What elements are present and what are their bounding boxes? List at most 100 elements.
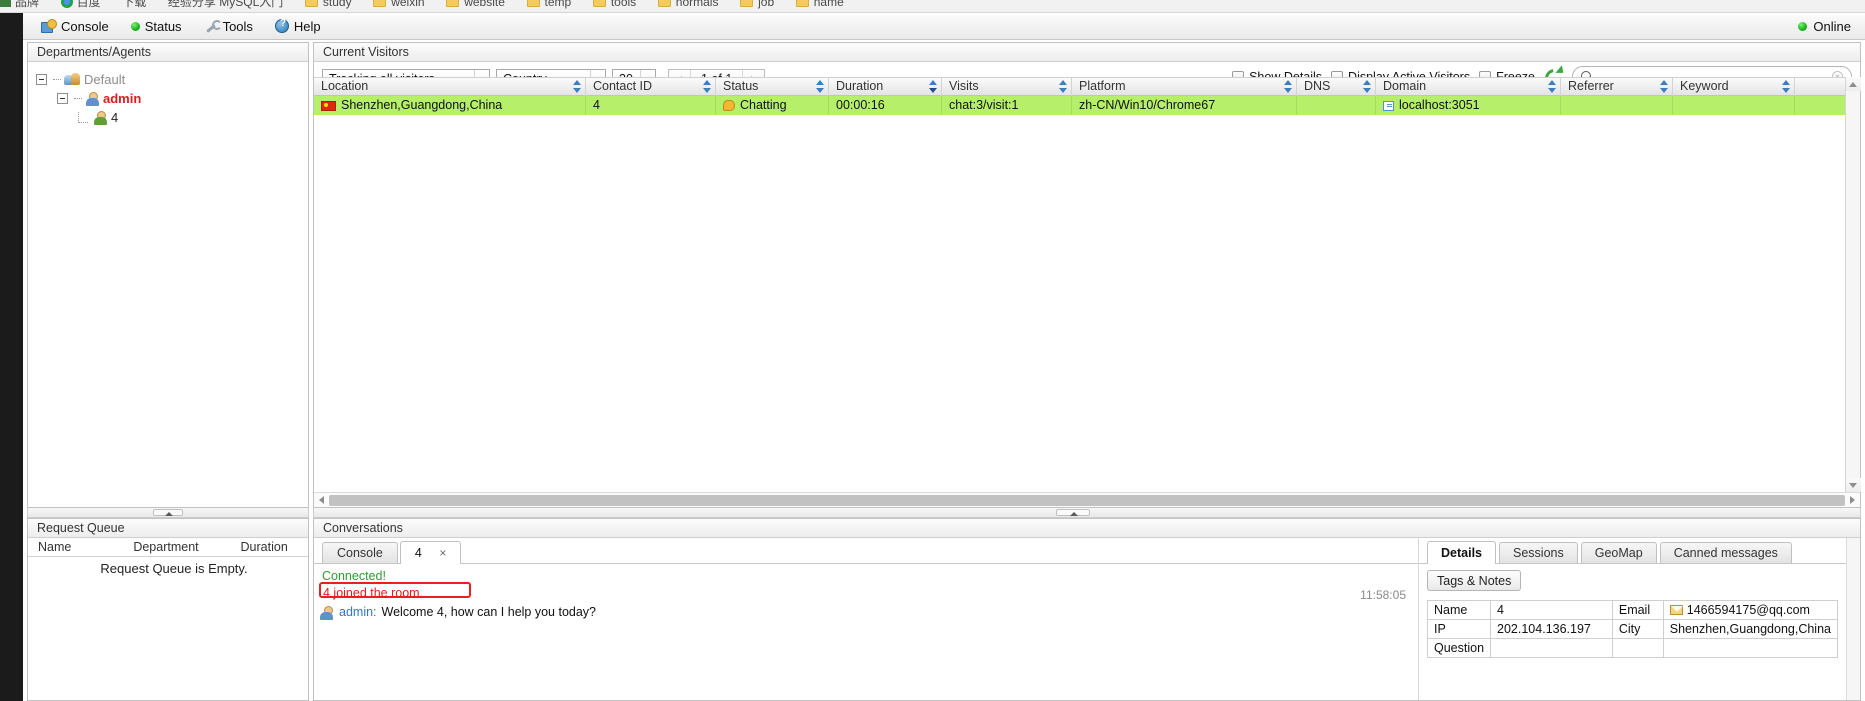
- console-icon: [41, 19, 57, 33]
- scroll-down-button[interactable]: [1846, 478, 1861, 492]
- detail-vertical-scrollbar[interactable]: [1846, 538, 1860, 700]
- log-joined-line: 4 joined the room.: [323, 586, 424, 600]
- column-header-duration[interactable]: Duration: [829, 77, 942, 96]
- tree-node-admin[interactable]: admin: [36, 89, 308, 108]
- scroll-up-button[interactable]: [1846, 77, 1861, 91]
- column-header-contact-id[interactable]: Contact ID: [586, 77, 716, 96]
- rq-col-name[interactable]: Name: [28, 540, 123, 554]
- column-header-location[interactable]: Location: [314, 77, 586, 96]
- tools-button[interactable]: Tools: [195, 17, 262, 36]
- bookmark-job[interactable]: job: [740, 0, 774, 9]
- bookmark-temp[interactable]: temp: [526, 0, 571, 9]
- tab-geomap[interactable]: GeoMap: [1580, 542, 1657, 563]
- sort-indicator-icon[interactable]: [573, 80, 581, 93]
- bookmark-leading-0[interactable]: 品牌: [0, 0, 39, 9]
- tab-sessions[interactable]: Sessions: [1499, 542, 1578, 563]
- grid-vertical-scrollbar[interactable]: [1845, 77, 1861, 492]
- tab-canned-messages[interactable]: Canned messages: [1659, 542, 1792, 563]
- tab-details[interactable]: Details: [1427, 541, 1496, 564]
- request-queue-empty-message: Request Queue is Empty.: [100, 561, 248, 576]
- tree-node-default[interactable]: Default: [36, 70, 308, 89]
- status-label: Status: [144, 18, 182, 34]
- scroll-left-button[interactable]: [314, 493, 328, 507]
- sort-indicator-icon[interactable]: [1548, 80, 1556, 93]
- sort-indicator-icon[interactable]: [703, 80, 711, 93]
- cell-location: Shenzhen,Guangdong,China: [314, 96, 586, 115]
- tree-node-visitor-4[interactable]: 4: [36, 108, 308, 127]
- status-dot-icon: [130, 21, 140, 31]
- log-connected-line: Connected!: [322, 569, 386, 583]
- grid-horizontal-scrollbar[interactable]: [314, 492, 1860, 507]
- visitor-detail-pane: Details Sessions GeoMap Canned messages …: [1419, 538, 1860, 700]
- column-label: Referrer: [1568, 79, 1614, 93]
- collapse-toggle-icon[interactable]: [36, 74, 47, 85]
- bookmark-label: 品牌: [15, 0, 40, 9]
- message-timestamp: 11:58:05: [1360, 588, 1406, 602]
- left-panel-splitter[interactable]: [27, 508, 309, 518]
- detail-body: Tags & Notes Name 4 Email 1466594175@qq.…: [1419, 564, 1860, 658]
- sort-indicator-icon[interactable]: [1363, 80, 1371, 93]
- column-header-referrer[interactable]: Referrer: [1561, 77, 1673, 96]
- column-label: Duration: [836, 79, 884, 93]
- tab-visitor-4[interactable]: 4 ×: [399, 541, 462, 564]
- rq-col-department[interactable]: Department: [123, 540, 230, 554]
- cell-keyword: [1673, 96, 1795, 115]
- sort-indicator-icon[interactable]: [1782, 80, 1790, 93]
- main-toolbar: Console Status Tools Help Online: [23, 13, 1865, 40]
- column-header-status[interactable]: Status: [716, 77, 829, 96]
- field-label-question: Question: [1426, 638, 1492, 658]
- sort-indicator-icon[interactable]: [1660, 80, 1668, 93]
- bookmark-weixin[interactable]: weixin: [373, 0, 425, 9]
- bookmark-name[interactable]: name: [795, 0, 844, 9]
- bookmark-square-icon: [0, 0, 11, 7]
- online-label: Online: [1813, 19, 1851, 34]
- tab-console[interactable]: Console: [322, 542, 398, 563]
- splitter-grip-handle[interactable]: [153, 509, 183, 516]
- bookmark-normals[interactable]: normals: [657, 0, 718, 9]
- collapse-toggle-icon[interactable]: [57, 93, 68, 104]
- bookmark-leading-1[interactable]: 百度: [60, 0, 101, 9]
- online-status[interactable]: Online: [1798, 13, 1851, 40]
- column-header-domain[interactable]: Domain: [1376, 77, 1561, 96]
- scroll-thumb[interactable]: [329, 494, 1845, 506]
- column-header-dns[interactable]: DNS: [1297, 77, 1376, 96]
- sort-indicator-icon[interactable]: [816, 80, 824, 93]
- cell-dns: [1297, 96, 1376, 115]
- table-row: Question: [1426, 638, 1839, 658]
- message-author: admin:: [339, 605, 377, 619]
- rq-col-duration[interactable]: Duration: [231, 540, 308, 554]
- close-icon[interactable]: ×: [439, 546, 446, 560]
- column-header-platform[interactable]: Platform: [1072, 77, 1297, 96]
- sort-indicator-icon[interactable]: [1059, 80, 1067, 93]
- bookmark-tools[interactable]: tools: [592, 0, 636, 9]
- bookmark-leading-3[interactable]: 经验分享 MySQL入门: [168, 0, 283, 9]
- sort-indicator-icon[interactable]: [1284, 80, 1292, 93]
- visitors-grid: Location Contact ID Status Duration Visi…: [314, 77, 1861, 507]
- departments-tree: Default admin 4: [28, 62, 308, 127]
- main-panel-splitter[interactable]: [313, 508, 1861, 518]
- browser-bookmarks-bar[interactable]: 品牌 百度 下载 经验分享 MySQL入门 study weixin websi…: [0, 0, 1865, 13]
- bookmark-label: weixin: [391, 0, 425, 9]
- scroll-right-button[interactable]: [1846, 493, 1860, 507]
- sort-indicator-icon[interactable]: [929, 80, 937, 93]
- column-header-visits[interactable]: Visits: [942, 77, 1072, 96]
- visitors-grid-header: Location Contact ID Status Duration Visi…: [314, 77, 1860, 96]
- table-row[interactable]: Shenzhen,Guangdong,China 4 Chatting 00:0…: [314, 96, 1860, 115]
- field-label-city: City: [1611, 619, 1664, 639]
- bookmark-label: 下载: [122, 0, 147, 9]
- bookmark-study[interactable]: study: [304, 0, 352, 9]
- splitter-grip-handle[interactable]: [1056, 509, 1091, 516]
- current-visitors-title: Current Visitors: [314, 43, 1860, 62]
- help-button[interactable]: Help: [266, 17, 330, 36]
- status-button[interactable]: Status: [122, 17, 191, 36]
- chat-log: Connected! 4 joined the room. admin: Wel…: [314, 564, 1418, 622]
- console-button[interactable]: Console: [32, 17, 118, 36]
- tags-notes-button[interactable]: Tags & Notes: [1427, 570, 1522, 591]
- bookmark-website[interactable]: website: [446, 0, 505, 9]
- departments-agents-panel: Departments/Agents Default admin 4: [27, 42, 309, 508]
- field-label-email: Email: [1611, 600, 1664, 620]
- bookmark-leading-2[interactable]: 下载: [122, 0, 146, 9]
- conversations-body: Console 4 × Connected! 4 joined the room…: [314, 538, 1860, 700]
- column-header-keyword[interactable]: Keyword: [1673, 77, 1795, 96]
- folder-icon: [592, 0, 606, 7]
